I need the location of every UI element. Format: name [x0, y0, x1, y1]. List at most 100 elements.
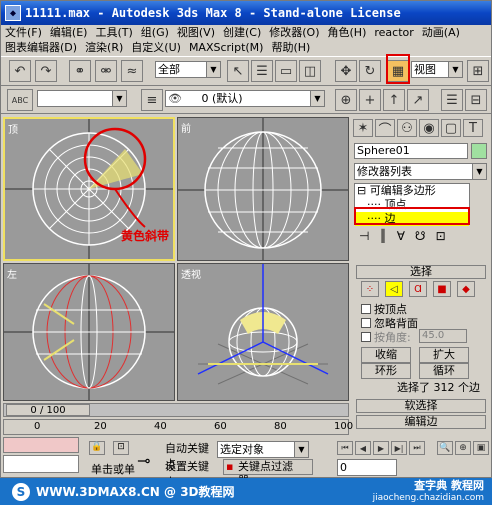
viewport-perspective[interactable]: 透视: [177, 263, 349, 401]
layer-props-button[interactable]: ⊟: [465, 89, 487, 111]
viewport-label-front: 前: [181, 124, 191, 135]
undo-button[interactable]: ↶: [9, 60, 31, 82]
app-window: ◆ 11111.max - Autodesk 3ds Max 8 - Stand…: [0, 0, 492, 489]
viewport-left[interactable]: 左: [3, 263, 175, 401]
maxscript-listener[interactable]: [3, 437, 79, 453]
viewport-front[interactable]: 前: [177, 117, 349, 261]
motion-tab-icon[interactable]: ◉: [419, 119, 439, 137]
menu-item[interactable]: 渲染(R): [85, 40, 123, 55]
layer-dropdown[interactable]: 👁 0 (默认) ▼: [165, 90, 325, 107]
layers-icon[interactable]: ≡: [141, 89, 163, 111]
menu-item[interactable]: 自定义(U): [131, 40, 181, 55]
select-object-button[interactable]: ↖: [227, 60, 249, 82]
shrink-button[interactable]: 收缩: [361, 347, 411, 363]
menu-item[interactable]: 修改器(O): [269, 25, 319, 40]
modifier-list-dropdown[interactable]: 修改器列表 ▼: [354, 163, 487, 180]
set-key-button[interactable]: 设置关键点: [165, 459, 217, 489]
add-to-layer-button[interactable]: +: [359, 89, 381, 111]
selection-filter-dropdown[interactable]: 全部 ▼: [155, 61, 221, 78]
lock-icon[interactable]: 🔒: [89, 441, 105, 455]
loop-button[interactable]: 循环: [419, 363, 469, 379]
edge-mode-icon[interactable]: ◁: [385, 281, 403, 297]
object-color-swatch[interactable]: [471, 143, 487, 159]
display-tab-icon[interactable]: ▢: [441, 119, 461, 137]
utilities-tab-icon[interactable]: T: [463, 119, 483, 137]
show-end-result-icon[interactable]: ║: [379, 229, 386, 247]
menu-item[interactable]: 编辑(E): [50, 25, 88, 40]
zoom-all-icon[interactable]: ⊕: [455, 441, 471, 455]
play-icon[interactable]: ▶: [373, 441, 389, 455]
menu-item[interactable]: 帮助(H): [271, 40, 310, 55]
pivot-button[interactable]: ⊞: [467, 60, 489, 82]
time-slider[interactable]: 0 / 100: [3, 403, 349, 417]
unlink-button[interactable]: ⚮: [95, 60, 117, 82]
viewport-top[interactable]: 顶 黄色斜带: [3, 117, 175, 261]
sphere-wireframe-front: [178, 118, 348, 260]
goto-start-icon[interactable]: ⏮: [337, 441, 353, 455]
absolute-mode-icon[interactable]: ⊡: [113, 441, 129, 455]
modify-tab-icon[interactable]: ⌒: [375, 119, 395, 138]
track-bar[interactable]: 0 20 40 60 80 100: [3, 419, 353, 435]
polygon-mode-icon[interactable]: ■: [433, 281, 451, 297]
menu-item[interactable]: 工具(T): [95, 25, 132, 40]
link-button[interactable]: ⚭: [69, 60, 91, 82]
menu-item[interactable]: 视图(V): [177, 25, 215, 40]
zoom-extents-icon[interactable]: ▣: [473, 441, 489, 455]
remove-modifier-icon[interactable]: ☋: [415, 229, 426, 247]
key-filters-button[interactable]: ▪ 关键点过滤器...: [223, 459, 313, 487]
current-frame-field[interactable]: 0: [337, 459, 397, 476]
vertex-mode-icon[interactable]: ⁘: [361, 281, 379, 297]
next-frame-icon[interactable]: ▶|: [391, 441, 407, 455]
object-name-field[interactable]: Sphere01: [354, 143, 468, 159]
footer-left-text: WWW.3DMAX8.CN @ 3D教程网: [36, 485, 235, 499]
menu-bar: 文件(F) 编辑(E) 工具(T) 组(G) 视图(V) 创建(C) 修改器(O) 角色(H)…: [1, 25, 491, 55]
move-button[interactable]: ✥: [335, 60, 357, 82]
prompt-line[interactable]: [3, 455, 79, 473]
zoom-icon[interactable]: 🔍: [437, 441, 453, 455]
selected-object-dropdown[interactable]: 选定对象 ▼: [217, 441, 309, 458]
goto-end-icon[interactable]: ⏭: [409, 441, 425, 455]
rollout-edit-edges-title[interactable]: 编辑边: [356, 415, 486, 429]
rollout-soft-selection-title[interactable]: 软选择: [356, 399, 486, 413]
select-in-layer-button[interactable]: ↑: [383, 89, 405, 111]
menu-item[interactable]: 创建(C): [223, 25, 261, 40]
ref-coord-dropdown[interactable]: 视图 ▼: [411, 61, 463, 78]
create-tab-icon[interactable]: ✶: [353, 119, 373, 137]
select-by-name-button[interactable]: ☰: [251, 60, 273, 82]
ring-button[interactable]: 环形: [361, 363, 411, 379]
rotate-button[interactable]: ↻: [359, 60, 381, 82]
angle-spinner[interactable]: 45.0: [419, 329, 467, 343]
element-mode-icon[interactable]: ◆: [457, 281, 475, 297]
menu-item[interactable]: 动画(A): [422, 25, 460, 40]
rect-selection-button[interactable]: ▭: [275, 60, 297, 82]
menu-item[interactable]: 角色(H): [328, 25, 367, 40]
auto-key-button[interactable]: 自动关键点: [165, 441, 217, 471]
menu-item[interactable]: 图表编辑器(D): [5, 40, 77, 55]
stack-item-root[interactable]: ⊟ 可编辑多边形: [355, 184, 469, 198]
menu-item[interactable]: MAXScript(M): [189, 40, 264, 55]
prev-frame-icon[interactable]: ◀: [355, 441, 371, 455]
create-layer-button[interactable]: ⊕: [335, 89, 357, 111]
configure-sets-icon[interactable]: ⊡: [436, 229, 446, 247]
menu-item[interactable]: 组(G): [141, 25, 169, 40]
menu-item[interactable]: 文件(F): [5, 25, 42, 40]
set-current-layer-button[interactable]: ↗: [407, 89, 429, 111]
named-selection-dropdown[interactable]: ▼: [37, 90, 127, 107]
bind-spacewarp-button[interactable]: ≈: [121, 60, 143, 82]
hierarchy-tab-icon[interactable]: ⚇: [397, 119, 417, 137]
pin-stack-icon[interactable]: ⊣: [359, 229, 369, 247]
menu-item[interactable]: reactor: [374, 25, 413, 40]
by-angle-checkbox[interactable]: 按角度:: [361, 329, 411, 345]
viewport-label-left: 左: [7, 270, 17, 281]
window-crossing-button[interactable]: ◫: [299, 60, 321, 82]
grow-button[interactable]: 扩大: [419, 347, 469, 363]
rollout-selection-title[interactable]: 选择: [356, 265, 486, 279]
footer-right: 查字典 教程网 jiaocheng.chazidian.com: [373, 480, 484, 504]
layer-manager-button[interactable]: ☰: [441, 89, 463, 111]
make-unique-icon[interactable]: ∀: [397, 229, 405, 247]
redo-button[interactable]: ↷: [35, 60, 57, 82]
annotation-label: 黄色斜带: [121, 229, 170, 243]
time-slider-thumb[interactable]: 0 / 100: [6, 404, 90, 416]
border-mode-icon[interactable]: Ɑ: [409, 281, 427, 297]
window-title: 11111.max - Autodesk 3ds Max 8 - Stand-a…: [25, 6, 401, 20]
